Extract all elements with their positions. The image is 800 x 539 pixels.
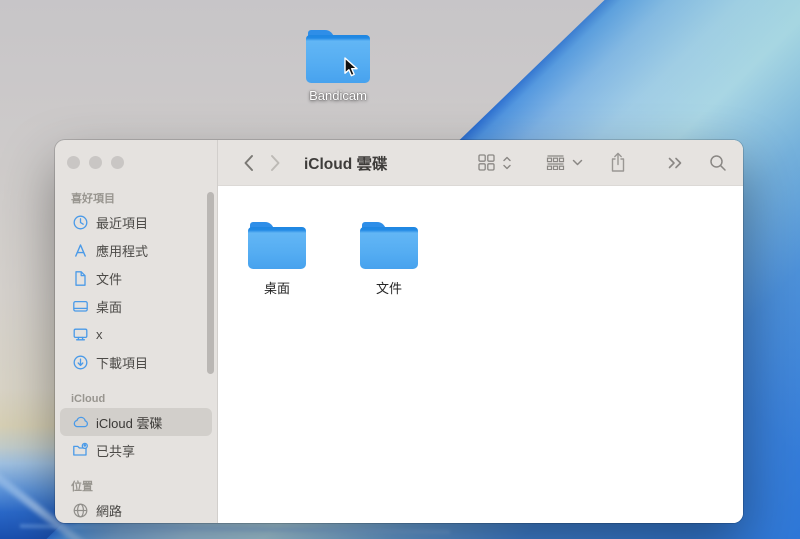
desktop-folder-bandicam[interactable]: Bandicam [303,30,373,103]
cloud-icon [71,414,89,431]
sidebar: 喜好項目 最近項目 應用程式 文件 桌面 x 下載項目 iCloud iClou… [55,140,218,523]
grid-view-button[interactable] [478,154,495,171]
folder-item-documents[interactable]: 文件 [360,222,418,297]
sidebar-section-favorites: 喜好項目 最近項目 應用程式 文件 桌面 x 下載項目 [55,190,217,376]
share-icon [611,152,625,172]
window-main: iCloud 雲碟 桌面 文件 [218,140,743,523]
grid-view-icon [478,154,495,171]
section-header: 喜好項目 [71,193,115,205]
toolbar: iCloud 雲碟 [218,140,743,186]
chevron-right-icon [271,154,280,171]
sidebar-section-locations: 位置 網路 [55,478,217,523]
sidebar-scrollbar[interactable] [207,192,214,374]
sidebar-item-icloud-drive[interactable]: iCloud 雲碟 [60,408,212,436]
sidebar-item-label: x [96,326,103,342]
zoom-button[interactable] [111,156,124,169]
finder-window: 喜好項目 最近項目 應用程式 文件 桌面 x 下載項目 iCloud iClou… [55,140,743,523]
desktop-icon [71,298,89,315]
sidebar-item-label: 網路 [96,503,123,519]
folder-label: 文件 [375,281,402,296]
section-header: 位置 [71,481,93,493]
folder-icon [306,30,370,83]
document-icon [71,270,89,287]
sidebar-item-desktop[interactable]: 桌面 [60,292,212,320]
sidebar-item-documents[interactable]: 文件 [60,264,212,292]
display-icon [71,326,89,343]
more-toolbar-items-button[interactable] [667,156,683,170]
search-icon [710,154,726,171]
sidebar-item-shared[interactable]: 已共享 [60,436,212,464]
downloads-icon [71,354,89,371]
group-chevron-button[interactable] [572,159,583,167]
folder-icon [360,222,418,269]
window-title: iCloud 雲碟 [304,155,388,173]
toolbar-actions [478,152,727,173]
folder-label: 桌面 [263,281,290,296]
folder-icon [248,222,306,269]
chevron-up-down-icon [503,156,511,169]
file-browser-content: 桌面 文件 [218,186,743,523]
back-button[interactable] [242,153,255,173]
mouse-cursor [344,57,359,83]
traffic-lights [67,156,124,169]
chevron-left-icon [244,154,253,171]
sidebar-section-icloud: iCloud iCloud 雲碟 已共享 [55,390,217,464]
share-button[interactable] [609,152,627,173]
sidebar-item-recents[interactable]: 最近項目 [60,208,212,236]
sidebar-item-x[interactable]: x [60,320,212,348]
sidebar-item-label: 桌面 [96,299,123,315]
applications-icon [71,242,89,259]
sidebar-item-label: 應用程式 [96,243,149,259]
sidebar-item-downloads[interactable]: 下載項目 [60,348,212,376]
shared-folder-icon [71,442,89,459]
sidebar-item-label: 最近項目 [96,215,149,231]
chevron-down-icon [572,159,583,165]
search-button[interactable] [709,154,727,172]
clock-icon [71,214,89,231]
desktop: Bandicam 喜好項目 最近項目 應用程式 文件 桌面 x 下載項目 iCl… [0,0,800,539]
sidebar-item-label: 已共享 [96,443,136,459]
globe-icon [71,502,89,519]
forward-button[interactable] [269,153,282,173]
sidebar-item-label: iCloud 雲碟 [96,415,163,431]
desktop-folder-label: Bandicam [309,88,367,103]
sidebar-item-label: 文件 [96,271,123,287]
close-button[interactable] [67,156,80,169]
view-sort-button[interactable] [502,155,512,171]
minimize-button[interactable] [89,156,102,169]
folder-item-desktop[interactable]: 桌面 [248,222,306,297]
group-view-button[interactable] [546,155,565,170]
section-header: iCloud [71,393,106,405]
sidebar-item-applications[interactable]: 應用程式 [60,236,212,264]
sidebar-item-label: 下載項目 [96,355,149,371]
group-view-icon [546,155,565,170]
sidebar-item-network[interactable]: 網路 [60,496,212,523]
double-chevron-right-icon [668,157,682,168]
